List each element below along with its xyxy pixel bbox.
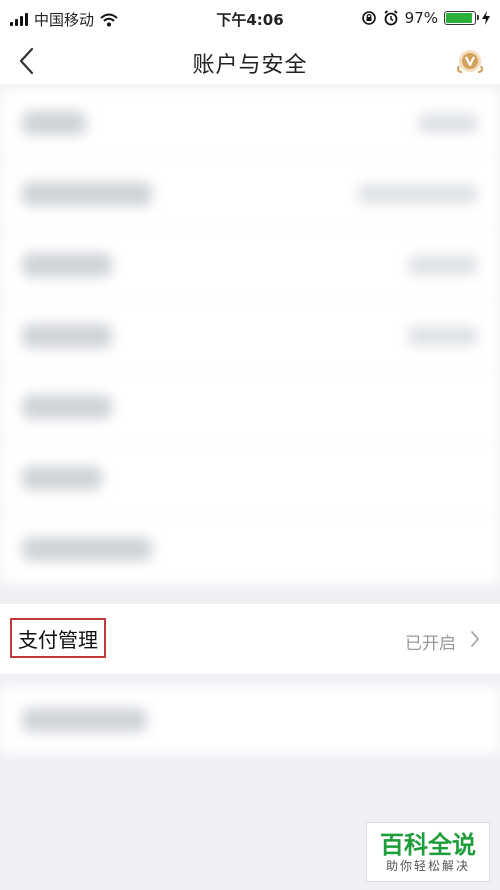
status-bar: 中国移动 下午4:06 97% [0,0,500,38]
blurred-list-item[interactable] [0,686,500,754]
list-item[interactable] [0,88,500,159]
list-item[interactable] [0,443,500,514]
rotation-lock-icon [361,11,376,25]
settings-list [0,88,500,585]
list-item[interactable] [0,230,500,301]
watermark-logo: 百科全说 助你轻松解决 [366,822,490,882]
pay-management-status: 已开启 [405,634,456,654]
pay-management-label: 支付管理 [10,618,106,658]
battery-percent: 97% [404,9,438,27]
pay-management-row[interactable]: 支付管理 已开启 [0,603,500,674]
blurred-settings-group [0,88,500,585]
watermark-title: 百科全说 [380,831,476,859]
list-item[interactable] [0,159,500,230]
list-item[interactable] [0,372,500,443]
charging-icon [482,11,490,25]
list-item[interactable] [0,301,500,372]
watermark-subtitle: 助你轻松解决 [385,859,470,873]
chevron-right-icon [471,631,479,647]
nav-bar: 账户与安全 [0,38,500,84]
battery-icon [444,11,479,25]
page-title: 账户与安全 [192,53,308,78]
vip-badge-icon[interactable] [454,46,486,78]
status-right: 97% [361,9,490,27]
alarm-icon [384,10,398,26]
list-item[interactable] [0,514,500,585]
